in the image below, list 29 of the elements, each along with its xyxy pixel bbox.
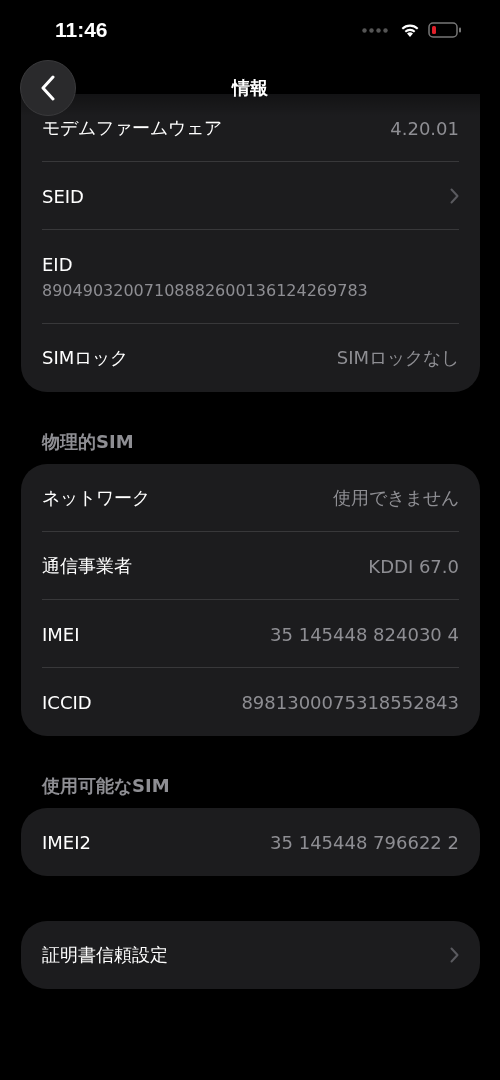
row-label[interactable]: 証明書信頼設定 <box>42 943 168 967</box>
row-label: 通信事業者 <box>42 554 132 578</box>
row-value: 使用できません <box>333 486 459 510</box>
row-label: IMEI <box>42 623 80 645</box>
battery-icon <box>428 22 462 38</box>
chevron-icon <box>450 947 459 963</box>
back-icon <box>40 75 56 101</box>
row-label[interactable]: SEID <box>42 185 84 207</box>
status-time: 11:46 <box>55 18 109 42</box>
row-label: SIMロック <box>42 346 129 370</box>
wifi-icon <box>400 22 420 38</box>
row-value: 4.20.01 <box>390 117 459 139</box>
back-button[interactable] <box>20 60 76 116</box>
row-value: KDDI 67.0 <box>368 555 459 577</box>
chevron-icon <box>450 188 459 204</box>
page-title: 情報 <box>232 76 268 100</box>
row-value: 89049032007108882600136124269783 <box>42 281 368 300</box>
row-value: 35 145448 796622 2 <box>270 831 459 853</box>
signal-icon <box>362 27 388 33</box>
row-label: ICCID <box>42 691 92 713</box>
section-header: 使用可能なSIM <box>40 774 171 798</box>
row-label: IMEI2 <box>42 831 91 853</box>
row-label: モデムファームウェア <box>42 116 222 140</box>
row-label: EID <box>42 254 74 275</box>
row-label: ネットワーク <box>42 486 150 510</box>
row-value: 8981300075318552843 <box>241 691 459 713</box>
row-value: SIMロックなし <box>336 346 459 370</box>
row-value: 35 145448 824030 4 <box>270 623 459 645</box>
section-header: 物理的SIM <box>40 430 135 454</box>
